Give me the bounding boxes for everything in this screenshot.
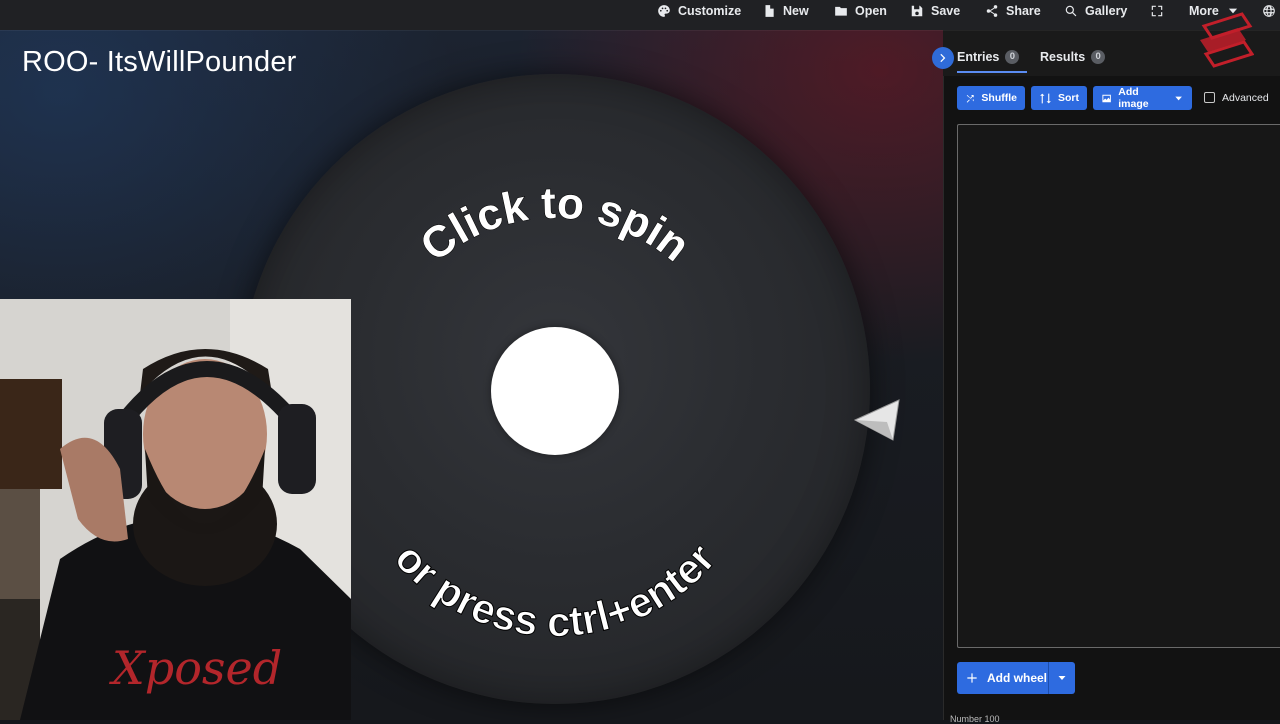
- sort-label: Sort: [1058, 92, 1079, 104]
- wheel-shortcut-text: or press ctrl+enter: [386, 534, 724, 645]
- gallery-label: Gallery: [1085, 4, 1128, 18]
- wheel-click-text: Click to spin: [412, 179, 699, 272]
- language-button[interactable]: [1262, 0, 1276, 20]
- webcam-feed: Xposed: [0, 299, 351, 720]
- add-image-button[interactable]: Add image: [1093, 86, 1192, 110]
- tab-entries-label: Entries: [957, 50, 1000, 64]
- save-label: Save: [931, 4, 961, 18]
- gallery-button[interactable]: Gallery: [1064, 0, 1127, 20]
- search-icon: [1065, 5, 1077, 17]
- chevron-right-icon: [940, 53, 946, 63]
- globe-icon: [1263, 5, 1275, 17]
- new-button[interactable]: New: [762, 0, 809, 20]
- advanced-label: Advanced: [1222, 92, 1269, 104]
- results-count-badge: 0: [1091, 50, 1106, 64]
- top-toolbar: Customize New Open Save Share Gallery Mo…: [0, 0, 1280, 30]
- collapse-panel-button[interactable]: [932, 47, 954, 69]
- channel-logo-icon: [1200, 12, 1254, 68]
- active-tab-indicator: [957, 71, 1027, 73]
- chevron-down-icon: [1058, 676, 1066, 680]
- fullscreen-button[interactable]: [1150, 0, 1164, 20]
- shirt-logo: Xposed: [109, 641, 282, 695]
- entries-textarea[interactable]: [957, 124, 1280, 648]
- add-wheel-button[interactable]: Add wheel: [957, 662, 1075, 694]
- open-label: Open: [855, 4, 887, 18]
- image-icon: [1102, 94, 1111, 102]
- shuffle-button[interactable]: Shuffle: [957, 86, 1025, 110]
- chevron-down-icon: [1175, 96, 1182, 100]
- tab-entries[interactable]: Entries 0: [957, 50, 1020, 64]
- wheel-pointer-icon: [853, 399, 900, 441]
- file-icon: [765, 5, 774, 17]
- palette-icon: [658, 5, 670, 17]
- customize-button[interactable]: Customize: [657, 0, 741, 20]
- share-icon: [986, 5, 998, 17]
- open-button[interactable]: Open: [834, 0, 887, 20]
- sort-button[interactable]: Sort: [1031, 86, 1087, 110]
- wheel-click-path: Click to spin: [411, 178, 699, 272]
- entries-count-badge: 0: [1005, 50, 1020, 64]
- webcam-image: Xposed: [0, 299, 351, 720]
- add-wheel-dropdown[interactable]: [1048, 662, 1075, 694]
- wheel-hub[interactable]: [491, 327, 619, 455]
- new-label: New: [783, 4, 809, 18]
- share-button[interactable]: Share: [985, 0, 1041, 20]
- share-label: Share: [1006, 4, 1041, 18]
- add-wheel-main[interactable]: Add wheel: [957, 662, 1048, 694]
- folder-icon: [835, 6, 847, 16]
- add-wheel-label: Add wheel: [987, 671, 1048, 685]
- save-button[interactable]: Save: [910, 0, 960, 20]
- panel-footer-text: Number 100: [950, 714, 1000, 724]
- shuffle-label: Shuffle: [981, 92, 1017, 104]
- tab-results[interactable]: Results 0: [1040, 50, 1106, 64]
- customize-label: Customize: [678, 4, 742, 18]
- advanced-checkbox[interactable]: [1204, 92, 1215, 103]
- tab-results-label: Results: [1040, 50, 1086, 64]
- plus-icon: [967, 673, 977, 683]
- fullscreen-icon: [1151, 5, 1163, 17]
- sort-icon: [1040, 93, 1051, 103]
- shuffle-icon: [966, 94, 974, 103]
- wheel-shortcut-path: or press ctrl+enter: [386, 534, 725, 646]
- add-image-label: Add image: [1118, 86, 1149, 110]
- save-icon: [911, 5, 923, 17]
